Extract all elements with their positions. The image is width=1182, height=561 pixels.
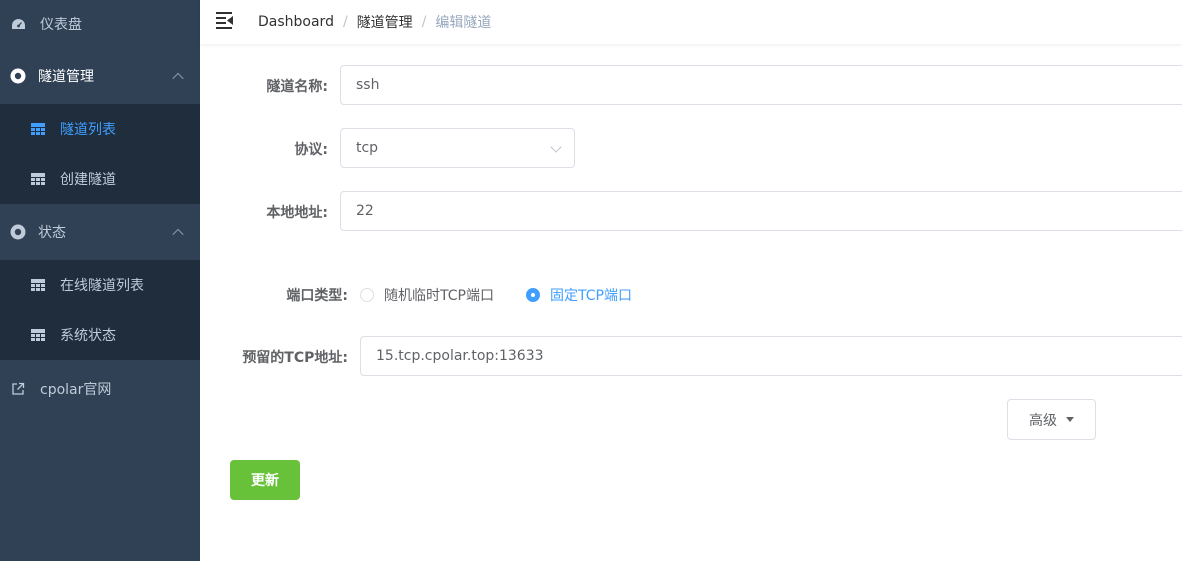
reserved-tcp-address-label: 预留的TCP地址:: [242, 350, 348, 366]
chevron-up-icon: [172, 228, 184, 241]
breadcrumb-tunnel-management[interactable]: 隧道管理: [357, 12, 413, 32]
breadcrumb: Dashboard / 隧道管理 / 编辑隧道: [258, 12, 491, 32]
local-address-input[interactable]: 22: [340, 191, 1182, 231]
table-icon: [30, 277, 46, 293]
update-button[interactable]: 更新: [230, 460, 300, 500]
caret-down-icon: [1066, 417, 1074, 422]
submenu-status: 在线隧道列表 系统状态: [0, 260, 200, 360]
local-address-label: 本地地址:: [266, 205, 328, 221]
external-link-icon: [10, 381, 26, 397]
protocol-label: 协议:: [294, 142, 328, 158]
sidebar-group-status[interactable]: 状态: [0, 204, 200, 260]
tunnel-name-value: ssh: [356, 77, 380, 93]
sidebar-item-label: 仪表盘: [40, 17, 82, 33]
breadcrumb-dashboard[interactable]: Dashboard: [258, 14, 334, 30]
tunnel-name-input[interactable]: ssh: [340, 65, 1182, 105]
advanced-label: 高级: [1029, 412, 1057, 429]
sidebar: 仪表盘 隧道管理 隧道列表 创建隧道 状态 在线隧道列表 系统状态 cpolar…: [0, 0, 200, 561]
chevron-up-icon: [172, 72, 184, 85]
navbar: Dashboard / 隧道管理 / 编辑隧道: [200, 0, 1182, 44]
sidebar-item-label: 创建隧道: [60, 172, 116, 188]
radio-circle-checked: [526, 288, 540, 302]
tunnel-name-label: 隧道名称:: [266, 79, 328, 95]
sidebar-item-system-status[interactable]: 系统状态: [0, 310, 200, 360]
radio-random-tcp-port[interactable]: 随机临时TCP端口: [360, 285, 494, 305]
port-type-label: 端口类型:: [286, 288, 348, 304]
local-address-value: 22: [356, 203, 374, 219]
sidebar-item-label: 系统状态: [60, 328, 116, 344]
compass-icon: [10, 68, 26, 84]
advanced-dropdown-button[interactable]: 高级: [1007, 399, 1096, 440]
table-icon: [30, 327, 46, 343]
protocol-value: tcp: [356, 140, 379, 156]
compass-icon: [10, 224, 26, 240]
sidebar-item-dashboard[interactable]: 仪表盘: [0, 0, 200, 48]
protocol-select[interactable]: tcp: [340, 128, 575, 168]
reserved-tcp-address-value: 15.tcp.cpolar.top:13633: [376, 348, 544, 364]
hamburger-icon[interactable]: [216, 12, 234, 29]
sidebar-item-cpolar-website[interactable]: cpolar官网: [0, 360, 200, 418]
table-icon: [30, 171, 46, 187]
sidebar-group-label: 状态: [38, 225, 66, 241]
submenu-tunnel: 隧道列表 创建隧道: [0, 104, 200, 204]
radio-circle: [360, 288, 374, 302]
sidebar-group-tunnel-management[interactable]: 隧道管理: [0, 48, 200, 104]
radio-label: 随机临时TCP端口: [384, 288, 494, 304]
breadcrumb-separator: /: [421, 14, 427, 30]
reserved-tcp-address-select[interactable]: 15.tcp.cpolar.top:13633: [360, 336, 1182, 376]
chevron-down-icon: [550, 141, 562, 153]
sidebar-item-online-tunnels[interactable]: 在线隧道列表: [0, 260, 200, 310]
sidebar-item-label: 在线隧道列表: [60, 278, 144, 294]
breadcrumb-edit-tunnel: 编辑隧道: [435, 15, 492, 31]
sidebar-item-label: 隧道列表: [60, 122, 116, 138]
sidebar-group-label: 隧道管理: [38, 69, 94, 85]
sidebar-item-create-tunnel[interactable]: 创建隧道: [0, 154, 200, 204]
table-icon: [30, 121, 46, 137]
dashboard-icon: [10, 16, 26, 32]
breadcrumb-separator: /: [342, 14, 348, 30]
update-label: 更新: [251, 473, 279, 489]
radio-fixed-tcp-port[interactable]: 固定TCP端口: [526, 285, 632, 305]
radio-label: 固定TCP端口: [550, 288, 632, 304]
sidebar-item-label: cpolar官网: [40, 382, 112, 398]
sidebar-item-tunnel-list[interactable]: 隧道列表: [0, 104, 200, 154]
